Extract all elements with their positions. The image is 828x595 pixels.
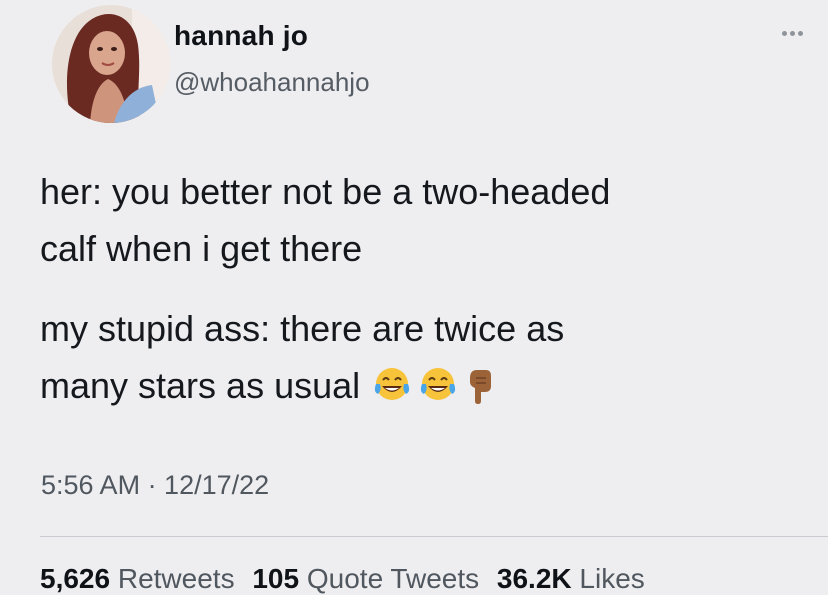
quote-tweets-count: 105 [252,563,300,594]
more-options-icon[interactable] [778,26,806,40]
quote-tweets-stat[interactable]: 105 Quote Tweets [252,563,479,594]
retweets-label: Retweets [117,563,235,594]
tweet-text-paragraph-1: her: you better not be a two-headed calf… [40,163,610,277]
likes-count: 36.2K [496,563,572,594]
pointing-down-hand-icon [470,370,492,404]
retweets-count: 5,626 [40,563,111,594]
tweet-text-line-with-emojis: many stars as usual [40,357,564,414]
avatar[interactable] [52,5,170,123]
tweet-timestamp[interactable]: 5:56 AM · 12/17/22 [41,470,269,501]
avatar-photo-icon [52,5,170,123]
tweet-text-line: her: you better not be a two-headed [40,171,611,212]
tweet-text-line: many stars as usual [40,365,361,406]
display-name[interactable]: hannah jo [174,20,308,52]
likes-label: Likes [579,563,645,594]
emoji-group [372,364,494,404]
tweet-text-paragraph-2: my stupid ass: there are twice as many s… [40,300,564,414]
tweet-text-line: my stupid ass: there are twice as [40,308,565,349]
likes-stat[interactable]: 36.2K Likes [497,563,645,594]
user-handle[interactable]: @whoahannahjo [174,67,370,98]
tweet-card: hannah jo @whoahannahjo her: you better … [0,0,828,594]
engagement-stats: 5,626 Retweets 105 Quote Tweets 36.2K Li… [40,563,655,595]
divider [40,536,828,537]
quote-tweets-label: Quote Tweets [306,563,480,594]
tweet-text-line: calf when i get there [40,228,363,269]
face-with-tears-of-joy-icon [375,368,410,400]
retweets-stat[interactable]: 5,626 Retweets [40,563,235,594]
face-with-tears-of-joy-icon [421,368,456,400]
